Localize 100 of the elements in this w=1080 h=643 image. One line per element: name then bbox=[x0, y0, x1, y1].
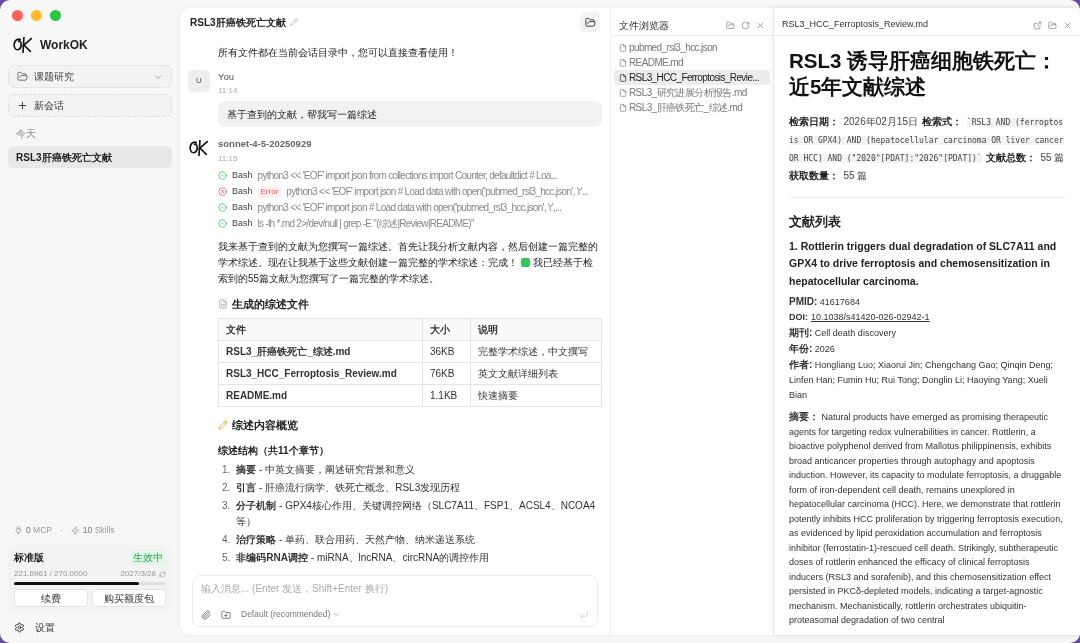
document-title: RSL3 诱导肝癌细胞铁死亡：近5年文献综述 bbox=[789, 48, 1059, 100]
pmid-text: PMID: 41617684 bbox=[789, 295, 861, 310]
list-number: 2. bbox=[222, 480, 231, 495]
tool-name: Bash bbox=[232, 168, 253, 182]
table-cell: 36KB bbox=[422, 340, 471, 363]
panel-title: RSL3_HCC_Ferroptosis_Review.md bbox=[782, 18, 929, 32]
minimize-window-button[interactable] bbox=[31, 10, 42, 21]
refresh-icon[interactable] bbox=[159, 570, 166, 578]
file-icon bbox=[619, 73, 627, 82]
message-text: 我来基于查到的文献为您撰写一篇综述。首先让我分析文献内容，然后创建一篇完整的学术综述。现在让我基于这些文献创建一篇完整的学术综述：完成！ 我已经基于检索到的55篇文献为您撰写了一篇完整的学术综述。 bbox=[218, 239, 599, 286]
project-dropdown[interactable]: 课题研究 bbox=[8, 65, 172, 88]
folder-icon bbox=[17, 71, 28, 82]
attach-icon[interactable] bbox=[201, 609, 211, 620]
list-number: 3. bbox=[222, 498, 231, 513]
edit-icon[interactable] bbox=[289, 18, 298, 26]
list-item-text: 非编码RNA调控 - miRNA、lncRNA、circRNA的调控作用 bbox=[236, 550, 490, 565]
panel-title: 文件浏览器 bbox=[619, 18, 669, 33]
plus-icon bbox=[17, 100, 28, 111]
zoom-window-button[interactable] bbox=[50, 10, 61, 21]
table-header-cell: 大小 bbox=[422, 318, 471, 341]
close-icon[interactable] bbox=[756, 20, 765, 30]
table-cell: RSL3_HCC_Ferroptosis_Review.md bbox=[218, 362, 423, 385]
plan-name: 标准版 bbox=[14, 551, 44, 565]
message-time: 11:14 bbox=[218, 85, 239, 98]
skills-count[interactable]: 10 Skills bbox=[70, 524, 115, 537]
error-badge: Error bbox=[257, 185, 282, 198]
folder-plus-icon[interactable] bbox=[221, 609, 231, 620]
table-header-cell: 文件 bbox=[218, 318, 423, 341]
mcp-count[interactable]: 0 MCP bbox=[14, 524, 52, 537]
document-icon bbox=[218, 298, 228, 309]
message-input-field[interactable]: 输入消息... (Enter 发送，Shift+Enter 换行) Default (recommended) bbox=[192, 575, 598, 627]
memo-icon bbox=[218, 420, 228, 431]
model-selector[interactable]: Default (recommended) bbox=[241, 608, 341, 621]
tool-name: Bash bbox=[232, 216, 253, 230]
journal-text: 期刊: Cell death discovery bbox=[789, 326, 897, 341]
doi-link[interactable]: 10.1038/s41420-026-02942-1 bbox=[811, 310, 930, 326]
file-list-item[interactable]: pubmed_rsl3_hcc.json bbox=[614, 40, 770, 55]
list-number: 1. bbox=[222, 462, 231, 477]
message-time: 11:15 bbox=[218, 152, 239, 165]
plan-button[interactable]: 续费 bbox=[14, 589, 88, 607]
tool-name: Bash bbox=[232, 184, 253, 198]
chevron-down-icon bbox=[333, 611, 341, 619]
file-list-item[interactable]: RSL3_研究进展分析报告.md bbox=[614, 85, 770, 100]
subheading: 综述结构（共11个章节） bbox=[218, 443, 330, 458]
year-text: 年份: 2026 bbox=[789, 342, 836, 357]
close-window-button[interactable] bbox=[12, 10, 23, 21]
external-link-icon[interactable] bbox=[1033, 20, 1042, 30]
table-cell: 英文文献详细列表 bbox=[470, 362, 602, 385]
checkmark-emoji-icon bbox=[520, 257, 530, 267]
app-name: WorkOK bbox=[40, 37, 88, 54]
message-text: 所有文件都在当前会话目录中，您可以直接查看使用！ bbox=[218, 46, 459, 60]
section-heading: 文献列表 bbox=[789, 214, 842, 231]
tool-command[interactable]: python3 << 'EOF' import json # Load data with open('pubmed_rsl3_hcc.json', 'r',... bbox=[257, 200, 562, 215]
table-cell: README.md bbox=[218, 384, 423, 407]
lightning-icon bbox=[70, 526, 80, 536]
send-icon[interactable] bbox=[579, 609, 589, 620]
file-icon bbox=[619, 88, 627, 97]
chat-title: RSL3肝癌铁死亡文献 bbox=[190, 15, 286, 30]
authors-text: 作者: Hongliang Luo; Xiaorui Jin; Chengchang Gao; Qinqin Deng; Linfen Han; Fumin Hu; Rui Tong; Donglin Li; Haoying Yang; Xueli Bian bbox=[789, 358, 1054, 403]
file-icon bbox=[619, 43, 627, 52]
separator-dot: · bbox=[60, 524, 63, 537]
section-heading: 生成的综述文件 bbox=[232, 296, 309, 312]
table-cell: RSL3_肝癌铁死亡_综述.md bbox=[218, 340, 423, 363]
plan-button[interactable]: 购买额度包 bbox=[92, 589, 166, 607]
list-item-text: 摘要 - 中英文摘要，阐述研究背景和意义 bbox=[236, 462, 416, 477]
file-list-item[interactable]: RSL3_HCC_Ferroptosis_Revie... bbox=[614, 70, 770, 85]
user-message-bubble: 基于查到的文献，帮我写一篇综述 bbox=[218, 101, 602, 128]
section-label: 今天 bbox=[16, 127, 37, 141]
folder-icon[interactable] bbox=[726, 20, 735, 30]
settings-icon bbox=[14, 622, 25, 633]
list-number: 5. bbox=[222, 550, 231, 565]
new-chat-button[interactable]: 新会话 bbox=[8, 94, 172, 117]
table-cell: 快速摘要 bbox=[470, 384, 602, 407]
list-number: 4. bbox=[222, 532, 231, 547]
tool-command[interactable]: ls -lh *.md 2>/dev/null | grep -E "(综述|Review|README)" bbox=[257, 216, 474, 231]
refresh-icon[interactable] bbox=[741, 20, 750, 30]
usage-text: 221.6961 / 270.0000 bbox=[14, 568, 88, 580]
file-icon bbox=[619, 58, 627, 67]
open-folder-button[interactable] bbox=[580, 12, 600, 32]
table-cell: 完整学术综述，中文撰写 bbox=[470, 340, 602, 363]
ok-logo-icon bbox=[12, 35, 34, 55]
author-name: sonnet-4-5-20250929 bbox=[218, 137, 313, 152]
folder-icon[interactable] bbox=[1048, 20, 1057, 30]
tool-command[interactable]: python3 << 'EOF' import json # Load data with open('pubmed_rsl3_hcc.json', 'r'... bbox=[286, 184, 588, 199]
file-list-item[interactable]: README.md bbox=[614, 55, 770, 70]
close-icon[interactable] bbox=[1063, 20, 1072, 30]
file-list-item[interactable]: RSL3_肝癌铁死亡_综述.md bbox=[614, 100, 770, 115]
file-icon bbox=[619, 103, 627, 112]
tool-command[interactable]: python3 << 'EOF' import json from collections import Counter, defaultdict # Loa... bbox=[257, 168, 557, 183]
settings-button[interactable]: 设置 bbox=[14, 620, 172, 635]
status-badge: 生效中 bbox=[130, 550, 166, 565]
plug-icon bbox=[14, 526, 23, 536]
table-header-cell: 说明 bbox=[470, 318, 602, 341]
list-item-text: 分子机制 - GPX4核心作用、关键调控网络（SLC7A11、FSP1、ACSL4、NCOA4等） bbox=[236, 498, 597, 529]
search-metadata: 检索日期： 2026年02月15日 检索式： `RSL3 AND (ferroptosis OR GPX4) AND (hepatocellular carcinoma OR liver cancer OR HCC) AND ("2020"[PDAT]:"2026"[PDAT])` 文献总数： 55 篇 获取数量： 55 篇 bbox=[789, 115, 1065, 183]
folder-icon bbox=[584, 16, 596, 28]
chat-list-item[interactable]: RSL3肝癌铁死亡文献 bbox=[8, 146, 172, 168]
author-name: You bbox=[218, 70, 236, 84]
list-item-text: 治疗策略 - 单药、联合用药、天然产物、纳米递送系统 bbox=[236, 532, 476, 547]
expiry-date: 2027/3/28 bbox=[120, 568, 156, 580]
